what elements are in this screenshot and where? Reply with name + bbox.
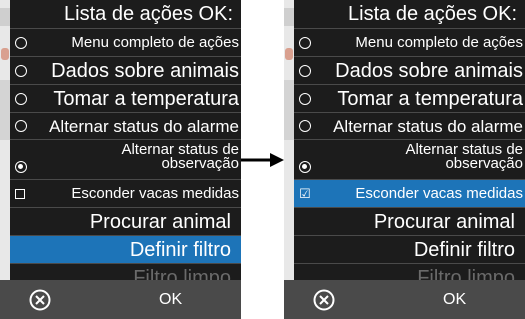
radio-selected-icon [299, 161, 311, 173]
option-label: Menu completo de ações [71, 34, 239, 51]
hide-measured-cows-checkbox[interactable]: Esconder vacas medidas [10, 179, 241, 207]
option-label: Menu completo de ações [355, 34, 523, 51]
radio-selected-icon [15, 161, 27, 173]
option-take-temperature[interactable]: Tomar a temperatura [294, 84, 525, 112]
checkbox-checked-icon: ☑ [299, 186, 311, 201]
option-animal-data[interactable]: Dados sobre animais [10, 56, 241, 84]
background-list-peek [284, 0, 294, 280]
screen-before: Lista de ações OK: Menu completo de açõe… [0, 0, 241, 319]
radio-icon [299, 92, 311, 105]
option-label: Dados sobre animais [51, 60, 239, 82]
menu-title: Lista de ações OK: [64, 3, 233, 25]
option-label: Tomar a temperatura [53, 88, 239, 110]
ok-action-list-menu: Lista de ações OK: Menu completo de açõe… [10, 0, 241, 289]
radio-icon [299, 64, 311, 77]
option-label: Alternar status de observação [121, 141, 239, 172]
define-filter-button[interactable]: Definir filtro [294, 235, 525, 263]
option-full-action-menu[interactable]: Menu completo de ações [10, 28, 241, 56]
option-label: Alternar status do alarme [49, 117, 239, 136]
radio-icon [299, 36, 311, 49]
menu-title: Lista de ações OK: [348, 3, 517, 25]
option-toggle-alarm-status[interactable]: Alternar status do alarme [10, 112, 241, 139]
option-label: Alternar status de observação [405, 141, 523, 172]
ok-button[interactable]: OK [159, 280, 182, 319]
cancel-circle-icon[interactable] [29, 289, 51, 311]
cancel-circle-icon[interactable] [313, 289, 335, 311]
right-arrow-icon [241, 153, 284, 167]
option-toggle-observation-status[interactable]: Alternar status de observação [10, 139, 241, 179]
checkbox-unchecked-icon [15, 189, 25, 199]
search-animal-button[interactable]: Procurar animal [10, 207, 241, 235]
radio-icon [15, 36, 27, 49]
search-animal-button[interactable]: Procurar animal [294, 207, 525, 235]
checkbox-label: Esconder vacas medidas [71, 185, 239, 202]
background-list-peek [0, 0, 10, 280]
option-toggle-alarm-status[interactable]: Alternar status do alarme [294, 112, 525, 139]
option-take-temperature[interactable]: Tomar a temperatura [10, 84, 241, 112]
option-label: Dados sobre animais [335, 60, 523, 82]
screen-after: Lista de ações OK: Menu completo de açõe… [284, 0, 525, 319]
option-label: Tomar a temperatura [337, 88, 523, 110]
radio-icon [15, 64, 27, 77]
option-label: Alternar status do alarme [333, 117, 523, 136]
hide-measured-cows-checkbox[interactable]: ☑ Esconder vacas medidas [294, 179, 525, 207]
option-full-action-menu[interactable]: Menu completo de ações [294, 28, 525, 56]
checkbox-label: Esconder vacas medidas [355, 185, 523, 202]
radio-icon [15, 120, 27, 132]
bottom-bar: OK [284, 280, 525, 319]
define-filter-button[interactable]: Definir filtro [10, 235, 241, 263]
radio-icon [15, 92, 27, 105]
option-animal-data[interactable]: Dados sobre animais [294, 56, 525, 84]
option-toggle-observation-status[interactable]: Alternar status de observação [294, 139, 525, 179]
ok-button[interactable]: OK [443, 280, 466, 319]
ok-action-list-menu: Lista de ações OK: Menu completo de açõe… [294, 0, 525, 289]
radio-icon [299, 120, 311, 132]
bottom-bar: OK [0, 280, 241, 319]
